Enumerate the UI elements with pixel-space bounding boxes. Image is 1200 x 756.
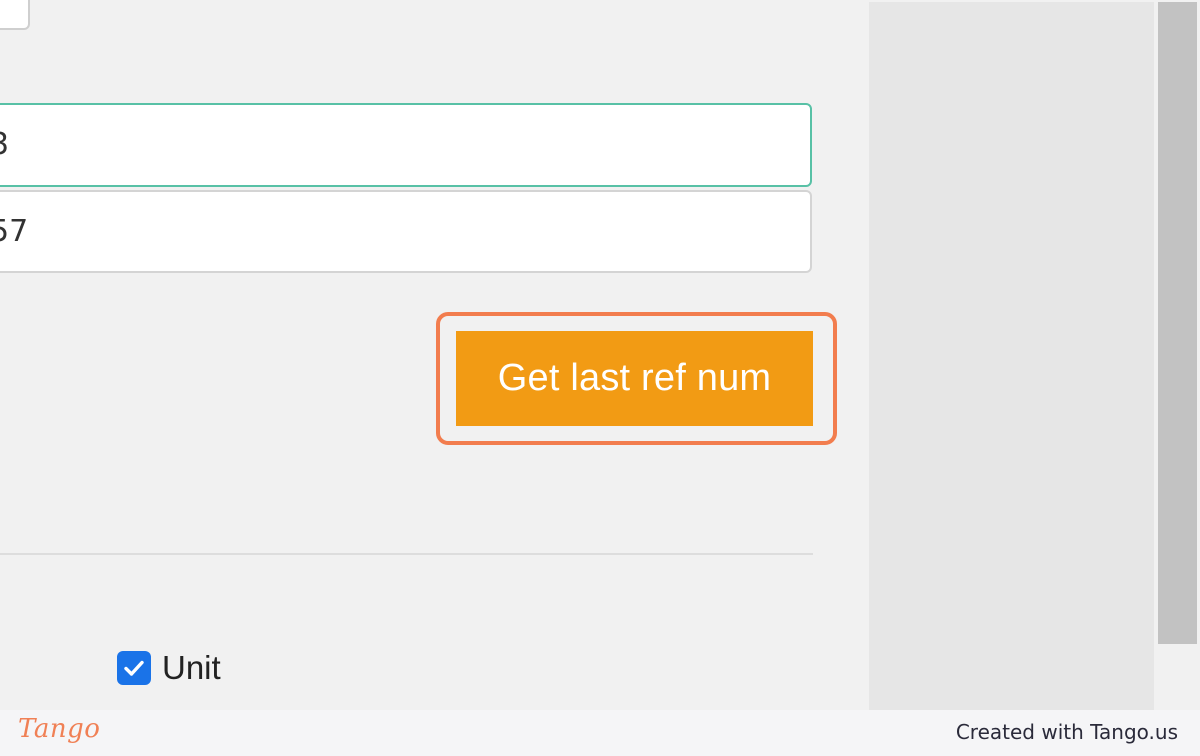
reference-field-2[interactable]: 57 <box>0 190 812 273</box>
scrollbar-thumb[interactable] <box>1158 2 1197 644</box>
reference-field-1-value: 3 <box>0 127 9 162</box>
unit-checkbox-label: Unit <box>162 649 221 686</box>
unit-option[interactable]: Unit <box>117 644 221 692</box>
app-window: 3 57 Get last ref num Unit Tango Created… <box>0 0 1200 756</box>
side-panel <box>869 2 1154 710</box>
section-divider <box>0 553 813 555</box>
reference-field-1[interactable]: 3 <box>0 103 812 187</box>
get-last-ref-num-button[interactable]: Get last ref num <box>456 331 813 426</box>
top-checkbox[interactable] <box>0 0 30 30</box>
footer-bar: Tango Created with Tango.us <box>0 710 1200 756</box>
reference-field-2-value: 57 <box>0 214 29 249</box>
checkmark-icon <box>124 660 144 676</box>
footer-credit: Created with Tango.us <box>955 720 1178 744</box>
unit-checkbox[interactable] <box>117 651 151 685</box>
tango-logo: Tango <box>18 714 101 744</box>
